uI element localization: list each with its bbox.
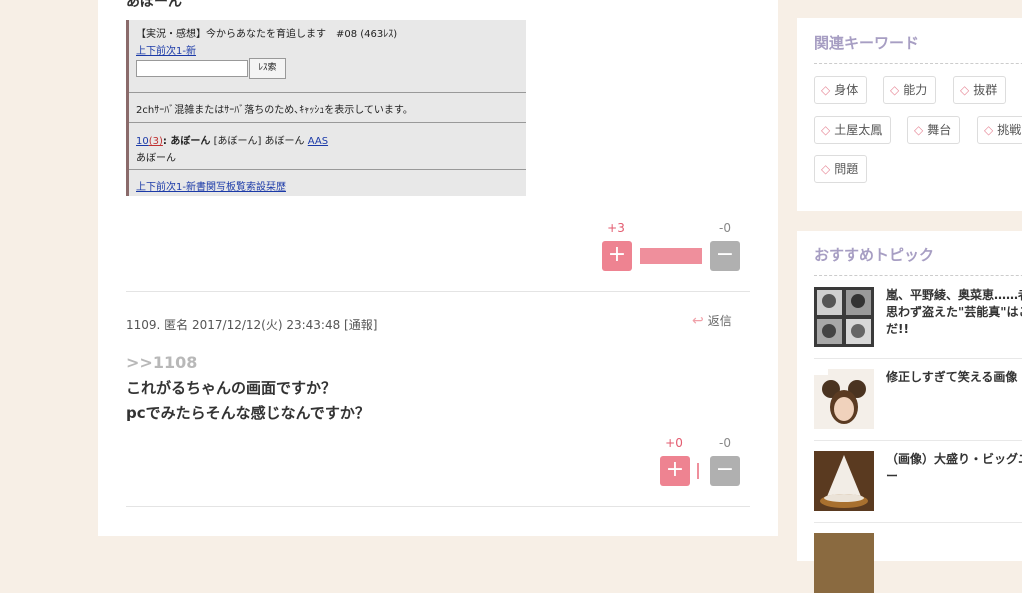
post-anchor-link[interactable]: >>1108	[126, 353, 197, 372]
topic-title[interactable]: 修正しすぎて笑える画像	[886, 369, 1022, 386]
topics-title: おすすめトピック	[814, 246, 935, 264]
previous-post-body: あぼーん	[126, 0, 182, 10]
post-body-line-1: これがるちゃんの画面ですか？	[126, 379, 337, 397]
topic-title[interactable]: 嵐、平野綾、奥菜恵……者が思わず盗えた"芸能真"はこれだ!!	[886, 287, 1022, 338]
plus-button[interactable]: +	[660, 456, 690, 486]
plus-button[interactable]: +	[602, 241, 632, 271]
vote-ratio-bar	[697, 463, 699, 479]
plus-count: +3	[607, 221, 625, 235]
keyword-tag[interactable]: ◇ 土屋太鳳	[814, 116, 892, 144]
post-divider	[126, 291, 750, 292]
keyword-tag[interactable]: ◇ 抜群	[953, 76, 1007, 104]
embedded-search-button: ﾚｽ索	[249, 58, 286, 79]
plus-count: +0	[665, 436, 683, 450]
topics-card: おすすめトピック 嵐、平野綾、奥菜恵……者が思わず盗えた"芸能真"はこれだ!! …	[797, 231, 1022, 593]
minus-count: -0	[719, 436, 731, 450]
keyword-tag[interactable]: ◇ 身体	[814, 76, 868, 104]
embedded-title: 【実況・感想】今からあなたを育追します #08 (463ﾚｽ)	[136, 29, 398, 40]
topic-thumbnail[interactable]	[814, 533, 874, 593]
main-column: あぼーん 【実況・感想】今からあなたを育追します #08 (463ﾚｽ) 上下前…	[98, 0, 778, 536]
tag-icon: ◇	[890, 83, 900, 97]
topic-thumbnail[interactable]	[814, 451, 874, 511]
minus-button[interactable]: −	[710, 456, 740, 486]
embedded-res-body: あぼーん	[136, 153, 176, 164]
topic-thumbnail[interactable]	[814, 287, 874, 347]
reply-icon: ↩	[692, 313, 704, 329]
embedded-search-input	[136, 60, 248, 77]
minus-count: -0	[719, 221, 731, 235]
keyword-tag[interactable]: ◇ 挑戦	[977, 116, 1022, 144]
tag-icon: ◇	[821, 123, 831, 137]
tag-icon: ◇	[984, 123, 994, 137]
embedded-res-line: 10(3): あぼーん [あぼーん] あぼーん AAS	[136, 136, 329, 147]
keywords-title: 関連キーワード	[814, 34, 920, 52]
tag-icon: ◇	[821, 83, 831, 97]
embedded-screenshot: 【実況・感想】今からあなたを育追します #08 (463ﾚｽ) 上下前次1-新 …	[126, 20, 526, 196]
topic-title[interactable]: （画像）大盛り・ビッグニュー	[886, 451, 1022, 485]
embedded-nav-bottom: 上下前次1-新書関写板覧索設栞歴	[136, 182, 286, 193]
post-divider	[126, 506, 750, 507]
post-body-line-2: pcでみたらそんな感じなんですか？	[126, 404, 370, 422]
keyword-tag[interactable]: ◇ 舞台	[907, 116, 961, 144]
tag-icon: ◇	[821, 162, 831, 176]
post-meta: 1109. 匿名 2017/12/12(火) 23:43:48 [通報]	[126, 318, 378, 332]
keywords-card: 関連キーワード ◇ 身体 ◇ 能力 ◇ 抜群 ◇ 土屋太鳳 ◇ 舞台 ◇ 挑戦 ◇ 問題	[797, 18, 1022, 211]
reply-button[interactable]: ↩ 返信	[692, 312, 732, 329]
tag-icon: ◇	[914, 123, 924, 137]
keyword-tag[interactable]: ◇ 問題	[814, 155, 868, 183]
vote-ratio-bar	[640, 248, 702, 264]
tag-icon: ◇	[960, 83, 970, 97]
embedded-nav-top: 上下前次1-新	[136, 46, 196, 57]
minus-button[interactable]: −	[710, 241, 740, 271]
topic-thumbnail[interactable]	[814, 369, 874, 429]
embedded-notice: 2chｻｰﾊﾞ混雑またはｻｰﾊﾞ落ちのため､ｷｬｯｼｭを表示しています。	[136, 105, 413, 116]
keyword-tag[interactable]: ◇ 能力	[883, 76, 937, 104]
